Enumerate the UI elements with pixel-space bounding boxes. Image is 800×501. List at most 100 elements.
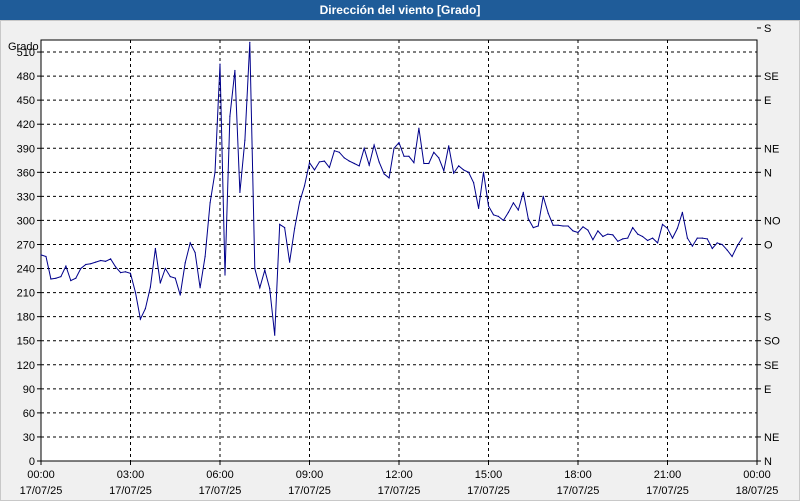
right-tick-label: N [764,167,772,179]
data-point [398,142,400,144]
data-point [115,266,117,268]
data-point [557,224,559,226]
y-axis: 0 30 60 90 120 150 180 210 240 270 300 330 360 390 420… [17,47,41,468]
x-tick-time: 00:00 [27,469,55,481]
data-point [65,265,67,267]
y-tick-label: 60 [23,408,35,420]
y-tick-label: 90 [23,384,35,396]
data-point [124,271,127,273]
data-point [443,170,445,172]
x-tick-time: 06:00 [206,469,234,481]
data-point [542,195,544,197]
data-point [234,69,236,72]
data-point [333,150,335,152]
data-point [323,160,325,162]
data-point [691,245,694,247]
data-point [318,161,320,163]
right-tick-label: S [764,23,771,35]
data-point [204,255,206,258]
right-tick-label: SO [764,336,780,348]
data-point [666,227,669,229]
data-point [343,157,345,159]
data-point [279,223,281,225]
data-point [428,162,430,165]
data-point [164,267,166,270]
data-point [199,287,201,289]
data-point [482,171,485,173]
y-tick-label: 120 [17,360,35,372]
data-point [671,237,674,239]
x-tick-date: 17/07/25 [646,485,689,497]
data-point [149,286,151,288]
data-point [592,239,594,241]
data-point [676,227,679,229]
data-point [214,171,216,173]
data-point [264,269,266,271]
data-point [368,164,370,166]
data-point [567,225,569,227]
data-point [617,240,619,242]
x-tick-date: 17/07/25 [199,485,242,497]
data-point [438,157,440,159]
y-tick-label: 180 [17,312,35,324]
x-tick-time: 09:00 [296,469,324,481]
data-point [105,260,107,262]
data-point [622,238,624,240]
data-point [577,231,579,234]
data-point [433,151,435,153]
data-point [378,161,380,163]
data-point [562,225,564,227]
data-point [652,237,654,239]
data-point [110,258,112,260]
data-point [55,277,57,279]
y-tick-label: 270 [17,239,35,251]
y-tick-label: 30 [23,432,35,444]
x-tick-date: 17/07/25 [378,485,421,497]
y-tick-label: 150 [17,336,35,348]
data-point [393,147,395,149]
y-tick-label: 330 [17,191,35,203]
data-point [736,245,738,247]
data-point [219,63,221,65]
data-point [95,261,97,263]
x-tick-time: 12:00 [385,469,413,481]
data-point [522,191,524,193]
data-point [194,251,196,254]
y-tick-label: 240 [17,264,35,276]
data-point [661,223,664,225]
data-point [169,276,171,278]
data-point [701,237,703,239]
right-axis: N NE E SE S SO O NO N NE E SE S [757,23,781,468]
data-point [711,247,713,250]
data-point [239,191,241,193]
x-tick-time: 21:00 [654,469,682,481]
data-point [189,242,191,244]
data-point [478,207,480,209]
y-tick-label: 420 [17,119,35,131]
x-tick-time: 00:00 [743,469,771,481]
data-point [647,239,649,242]
data-point [154,247,156,250]
right-tick-label: E [764,95,771,107]
data-point [244,139,246,141]
data-point [458,165,460,167]
x-tick-time: 03:00 [117,469,145,481]
data-point [299,201,301,203]
data-point [657,242,659,244]
data-point [284,227,286,229]
data-point [487,205,490,207]
data-point [642,235,644,238]
data-point [721,243,723,246]
data-point [308,162,311,164]
y-tick-label: 210 [17,288,35,300]
data-point [328,166,330,169]
data-point [100,259,102,262]
data-point [269,288,271,290]
right-tick-label: NE [764,143,779,155]
data-point [731,255,733,258]
data-point [632,227,634,229]
data-point [463,169,465,171]
x-tick-date: 17/07/25 [109,485,152,497]
right-tick-label: SE [764,360,779,372]
data-point [552,224,554,226]
